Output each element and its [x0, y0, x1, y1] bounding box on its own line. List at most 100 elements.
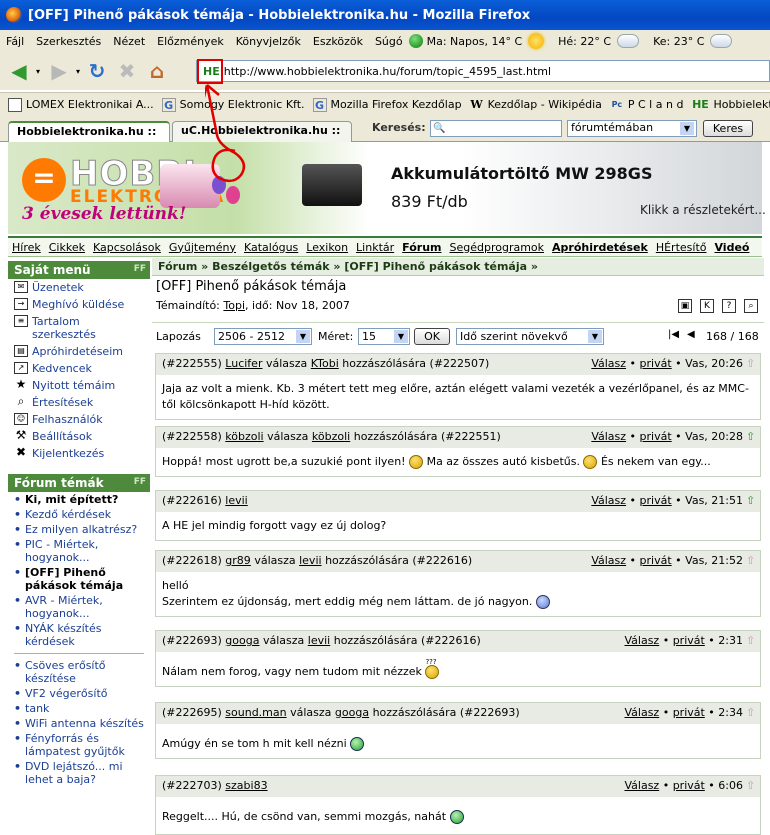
back-dropdown-icon[interactable]: ▾ — [36, 67, 40, 76]
reply-link[interactable]: Válasz — [624, 706, 659, 719]
breadcrumb-category[interactable]: Beszélgetős témák — [212, 260, 329, 273]
sidebar-topic-current[interactable]: • [OFF] Pihenő pákások témája — [8, 565, 150, 593]
sidebar-item-content-edit[interactable]: ≡ Tartalom szerkesztés — [8, 313, 150, 343]
post-author[interactable]: googa — [225, 634, 259, 647]
weather-tuesday[interactable]: Hé: 22° C — [558, 34, 640, 48]
private-link[interactable]: privát — [640, 430, 672, 443]
logo-equals-icon[interactable]: = — [22, 158, 66, 202]
status-dot-icon[interactable] — [408, 34, 423, 48]
url-bar[interactable]: HE http://www.hobbielektronika.hu/forum/… — [196, 60, 770, 82]
back-icon[interactable]: ◀ — [6, 58, 32, 84]
reply-link[interactable]: Válasz — [591, 430, 626, 443]
collapse-icon[interactable]: FF — [134, 477, 146, 487]
forward-icon[interactable]: ▶ — [46, 58, 72, 84]
reply-link[interactable]: Válasz — [624, 634, 659, 647]
search-icon[interactable]: ⌕ — [744, 299, 758, 313]
private-link[interactable]: privát — [673, 706, 705, 719]
breadcrumb-forum[interactable]: Fórum — [158, 260, 197, 273]
bookmark-wikipedia[interactable]: W Kezdőlap - Wikipédia — [470, 98, 602, 112]
post-author[interactable]: szabi83 — [225, 779, 267, 792]
private-link[interactable]: privát — [640, 357, 672, 370]
reply-link[interactable]: Válasz — [624, 779, 659, 792]
weather-wednesday[interactable]: Ke: 23° C — [653, 34, 733, 48]
post-author[interactable]: levii — [225, 494, 247, 507]
menu-bookmarks[interactable]: Könyvjelzők — [230, 35, 307, 48]
menu-help[interactable]: Súgó — [369, 35, 409, 48]
sidebar-topic[interactable]: • PIC - Miértek, hogyanok... — [8, 537, 150, 565]
search-scope-select[interactable]: fórumtémában ▼ — [567, 120, 697, 137]
bookmark-pcland[interactable]: Pc P C l a n d — [610, 98, 684, 112]
sidebar-topic[interactable]: • tank — [8, 701, 150, 716]
nav-video[interactable]: Videó — [714, 241, 749, 254]
vote-arrow-icon[interactable]: ⇧ — [746, 554, 755, 567]
search-button[interactable]: Keres — [703, 120, 753, 137]
home-icon[interactable]: ⌂ — [144, 58, 170, 84]
url-text[interactable]: http://www.hobbielektronika.hu/forum/top… — [224, 65, 551, 78]
bookmark-firefox-start[interactable]: G Mozilla Firefox Kezdőlap — [312, 97, 462, 112]
stop-icon[interactable]: ✖ — [114, 58, 140, 84]
page-size-select[interactable]: 15 ▼ — [358, 328, 410, 345]
post-author[interactable]: sound.man — [225, 706, 286, 719]
help-icon[interactable]: ? — [722, 299, 736, 313]
vote-arrow-icon[interactable]: ⇧ — [746, 634, 755, 647]
prev-page-icon[interactable]: ◀ — [687, 329, 695, 340]
search-input[interactable]: 🔍 — [430, 120, 562, 137]
nav-news[interactable]: Hírek — [12, 241, 41, 254]
reply-target[interactable]: googa — [335, 706, 369, 719]
vote-arrow-icon[interactable]: ⇧ — [746, 706, 755, 719]
sidebar-topic[interactable]: • Csöves erősítő készítése — [8, 658, 150, 686]
breadcrumb-topic[interactable]: [OFF] Pihenő pákások témája — [344, 260, 527, 273]
nav-forum[interactable]: Fórum — [402, 241, 441, 254]
sidebar-item-notifications[interactable]: ⌕ Értesítések — [8, 394, 150, 411]
private-link[interactable]: privát — [640, 494, 672, 507]
private-link[interactable]: privát — [673, 634, 705, 647]
sidebar-item-logout[interactable]: ✖ Kijelentkezés — [8, 445, 150, 462]
nav-newsletter[interactable]: HÉrtesítő — [656, 241, 707, 254]
reply-target[interactable]: levii — [308, 634, 330, 647]
nav-lexicon[interactable]: Lexikon — [306, 241, 348, 254]
sort-order-select[interactable]: Idő szerint növekvő ▼ — [456, 328, 604, 345]
sidebar-item-messages[interactable]: ✉ Üzenetek — [8, 279, 150, 296]
private-link[interactable]: privát — [673, 779, 705, 792]
menu-edit[interactable]: Szerkesztés — [30, 35, 107, 48]
nav-links[interactable]: Linktár — [356, 241, 394, 254]
post-author[interactable]: gr89 — [225, 554, 251, 567]
tab-hobbielektronika[interactable]: Hobbielektronika.hu :: — [8, 121, 170, 142]
sidebar-item-users[interactable]: ☺ Felhasználók — [8, 411, 150, 428]
camera-icon[interactable]: ▣ — [678, 299, 692, 313]
sidebar-item-settings[interactable]: ⚒ Beállítások — [8, 428, 150, 445]
menu-view[interactable]: Nézet — [107, 35, 151, 48]
topic-starter-link[interactable]: Topi — [223, 299, 245, 312]
post-author[interactable]: köbzoli — [225, 430, 263, 443]
post-author[interactable]: Lucifer — [225, 357, 262, 370]
reply-target[interactable]: KTobi — [311, 357, 339, 370]
nav-classifieds[interactable]: Apróhirdetések — [552, 241, 648, 254]
bookmark-k-icon[interactable]: K — [700, 299, 714, 313]
sidebar-topic[interactable]: • Ki, mit épített? — [8, 492, 150, 507]
forward-dropdown-icon[interactable]: ▾ — [76, 67, 80, 76]
reply-link[interactable]: Válasz — [591, 554, 626, 567]
page-range-select[interactable]: 2506 - 2512 ▼ — [214, 328, 312, 345]
product-name[interactable]: Akkumulátortöltő MW 298GS — [391, 164, 652, 183]
nav-utilities[interactable]: Segédprogramok — [450, 241, 545, 254]
reply-target[interactable]: levii — [299, 554, 321, 567]
nav-articles[interactable]: Cikkek — [49, 241, 85, 254]
vote-arrow-icon[interactable]: ⇧ — [746, 779, 755, 792]
weather-today[interactable]: Ma: Napos, 14° C — [427, 33, 545, 49]
collapse-icon[interactable]: FF — [134, 264, 146, 274]
private-link[interactable]: privát — [640, 554, 672, 567]
menu-file[interactable]: Fájl — [0, 35, 30, 48]
reply-target[interactable]: köbzoli — [312, 430, 350, 443]
vote-arrow-icon[interactable]: ⇧ — [746, 494, 755, 507]
nav-circuits[interactable]: Kapcsolások — [93, 241, 161, 254]
sidebar-topic[interactable]: • DVD lejátszó... mi lehet a baja? — [8, 759, 150, 787]
first-page-icon[interactable]: |◀ — [668, 329, 679, 340]
reply-link[interactable]: Válasz — [591, 494, 626, 507]
ok-button[interactable]: OK — [414, 328, 450, 345]
bookmark-lomex[interactable]: LOMEX Elektronikai A... — [8, 97, 154, 112]
sidebar-topic[interactable]: • VF2 végerősítő — [8, 686, 150, 701]
reload-icon[interactable]: ↻ — [84, 58, 110, 84]
menu-history[interactable]: Előzmények — [151, 35, 230, 48]
vote-arrow-icon[interactable]: ⇧ — [746, 430, 755, 443]
sidebar-item-favorites[interactable]: ↗ Kedvencek — [8, 360, 150, 377]
